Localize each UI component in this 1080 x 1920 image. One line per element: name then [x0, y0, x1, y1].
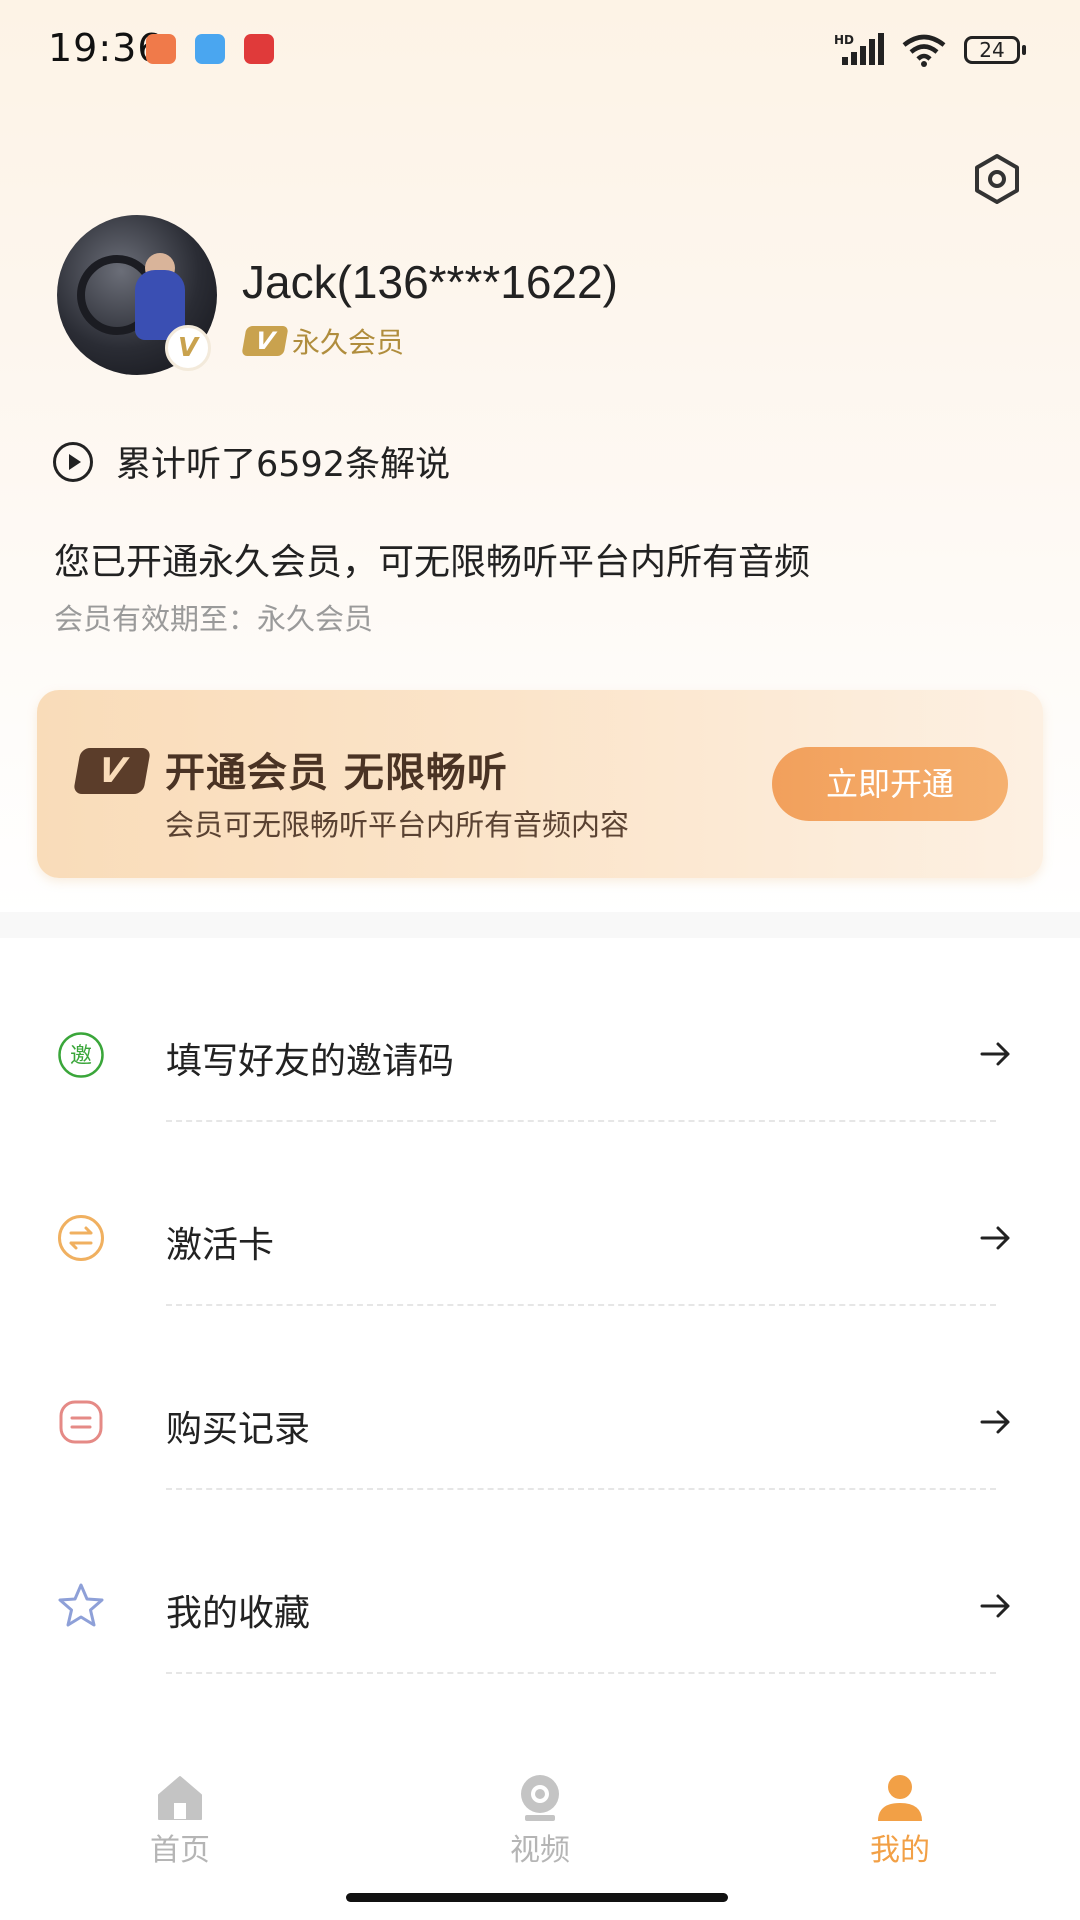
arrow-right-icon: [980, 1594, 1010, 1618]
vip-promo-card[interactable]: V 开通会员 无限畅听 会员可无限畅听平台内所有音频内容 立即开通: [37, 690, 1043, 878]
purchase-record-icon: [59, 1400, 103, 1444]
menu-separator: [166, 1672, 996, 1674]
tab-label: 视频: [510, 1833, 570, 1868]
menu-item-label: 填写好友的邀请码: [166, 1041, 455, 1082]
listen-count-text: 累计听了6592条解说: [116, 445, 451, 485]
tab-profile[interactable]: 我的: [800, 1745, 1000, 1875]
battery-icon: 24: [964, 36, 1026, 64]
settings-icon[interactable]: [970, 152, 1024, 206]
star-icon: [58, 1583, 104, 1627]
arrow-right-icon: [980, 1042, 1010, 1066]
play-circle-icon: [53, 441, 93, 482]
home-icon: [158, 1776, 202, 1820]
invite-icon: 邀: [58, 1032, 104, 1078]
arrow-right-icon: [980, 1410, 1010, 1434]
tab-label: 首页: [150, 1833, 210, 1868]
menu-item-favorites[interactable]: 我的收藏: [0, 1490, 1080, 1674]
signal-icon: HD: [834, 33, 884, 65]
membership-description: 您已开通永久会员，可无限畅听平台内所有音频: [54, 542, 811, 583]
promo-subtitle: 会员可无限畅听平台内所有音频内容: [165, 808, 630, 842]
home-indicator[interactable]: [346, 1893, 728, 1902]
tab-home[interactable]: 首页: [80, 1745, 280, 1875]
profile-icon: [878, 1775, 922, 1821]
vip-avatar-badge: V: [165, 325, 211, 371]
vip-label: 永久会员: [292, 326, 405, 359]
arrow-right-icon: [980, 1226, 1010, 1250]
vip-tag: V 永久会员: [241, 321, 405, 361]
wifi-icon: [902, 34, 946, 67]
activate-now-button[interactable]: 立即开通: [772, 747, 1008, 821]
menu-item-label: 购买记录: [166, 1409, 311, 1450]
activation-card-icon: [58, 1215, 104, 1261]
menu-item-invite-code[interactable]: 邀 填写好友的邀请码: [0, 938, 1080, 1122]
tab-video[interactable]: 视频: [440, 1745, 640, 1875]
membership-validity: 会员有效期至：永久会员: [54, 602, 374, 636]
menu-item-purchase-records[interactable]: 购买记录: [0, 1306, 1080, 1490]
notification-news-icon: [244, 34, 274, 64]
menu-item-label: 激活卡: [166, 1225, 275, 1266]
status-bar: 19:36 HD 24: [0, 0, 1080, 100]
username: Jack(136****1622): [242, 256, 618, 308]
menu-item-activation-card[interactable]: 激活卡: [0, 1122, 1080, 1306]
network-type-label: HD: [834, 33, 854, 47]
section-divider: [0, 912, 1080, 938]
notification-app-icon: [146, 34, 176, 64]
promo-title: 开通会员 无限畅听: [165, 750, 508, 796]
vip-logo-icon: V: [241, 326, 289, 356]
vip-promo-logo-icon: V: [72, 748, 152, 794]
menu-item-label: 我的收藏: [166, 1593, 311, 1634]
invite-icon-glyph: 邀: [70, 1044, 92, 1069]
listen-stats: 累计听了6592条解说: [52, 436, 450, 487]
video-icon: [521, 1775, 559, 1821]
notification-weather-icon: [195, 34, 225, 64]
tab-label: 我的: [870, 1833, 930, 1868]
